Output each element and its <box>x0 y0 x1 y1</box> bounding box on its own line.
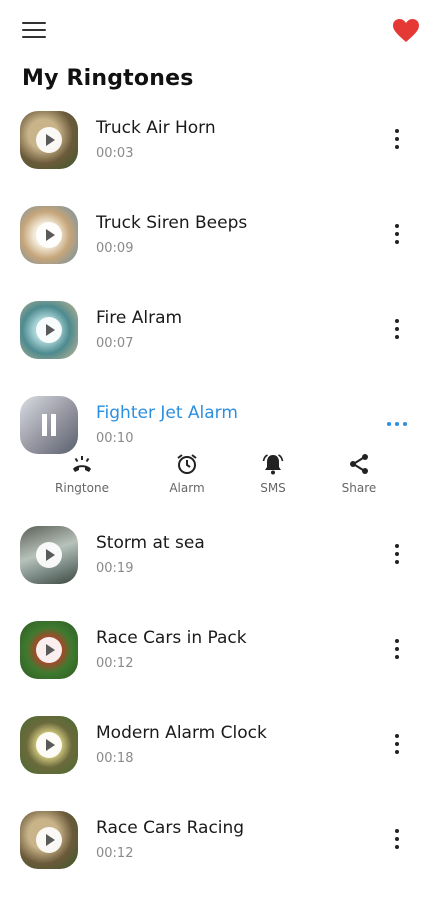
ringtone-thumbnail[interactable] <box>20 301 78 359</box>
phone-ring-icon <box>73 456 91 472</box>
bell-icon <box>262 454 284 475</box>
top-app-bar <box>0 0 431 64</box>
ringtone-label: Ringtone <box>55 481 109 495</box>
play-icon[interactable] <box>36 317 62 343</box>
ringtone-duration: 00:09 <box>96 241 134 256</box>
more-vertical-icon[interactable] <box>386 733 408 755</box>
hamburger-menu-icon[interactable] <box>22 22 46 42</box>
share-label: Share <box>341 481 377 495</box>
ringtone-title: Storm at sea <box>96 533 205 553</box>
ringtone-list: Truck Air Horn 00:03 Truck Siren Beeps 0… <box>0 98 431 893</box>
ringtone-thumbnail[interactable] <box>20 206 78 264</box>
ringtone-thumbnail[interactable] <box>20 396 78 454</box>
share-icon <box>350 454 368 474</box>
ringtone-title: Modern Alarm Clock <box>96 723 267 743</box>
ringtone-row[interactable]: Race Cars in Pack 00:12 <box>0 608 431 703</box>
page-title: My Ringtones <box>22 66 194 91</box>
ringtone-row[interactable]: Storm at sea 00:19 <box>0 513 431 608</box>
ringtone-row[interactable]: Truck Air Horn 00:03 <box>0 98 431 193</box>
ringtone-thumbnail[interactable] <box>20 811 78 869</box>
ringtone-row-active[interactable]: Fighter Jet Alarm 00:10 <box>0 383 431 454</box>
ringtone-thumbnail[interactable] <box>20 111 78 169</box>
ringtone-title: Race Cars in Pack <box>96 628 247 648</box>
more-vertical-icon[interactable] <box>386 128 408 150</box>
more-vertical-icon[interactable] <box>386 223 408 245</box>
ringtone-duration: 00:07 <box>96 336 134 351</box>
more-vertical-icon[interactable] <box>386 318 408 340</box>
ringtone-duration: 00:18 <box>96 751 134 766</box>
more-vertical-icon[interactable] <box>386 828 408 850</box>
set-sms-button[interactable]: SMS <box>233 448 313 495</box>
play-icon[interactable] <box>36 127 62 153</box>
alarm-clock-icon <box>177 454 197 474</box>
play-icon[interactable] <box>36 637 62 663</box>
more-vertical-icon[interactable] <box>386 543 408 565</box>
play-icon[interactable] <box>36 222 62 248</box>
more-horizontal-icon[interactable] <box>386 413 408 435</box>
ringtone-duration: 00:12 <box>96 846 134 861</box>
ringtone-duration: 00:03 <box>96 146 134 161</box>
set-alarm-button[interactable]: Alarm <box>147 448 227 495</box>
ringtone-thumbnail[interactable] <box>20 716 78 774</box>
set-ringtone-button[interactable]: Ringtone <box>42 448 122 495</box>
ringtone-title: Race Cars Racing <box>96 818 245 838</box>
ringtone-duration: 00:12 <box>96 656 134 671</box>
play-icon[interactable] <box>36 827 62 853</box>
ringtone-row[interactable]: Truck Siren Beeps 00:09 <box>0 193 431 288</box>
ringtone-row[interactable]: Race Cars Racing 00:12 <box>0 798 431 893</box>
ringtone-thumbnail[interactable] <box>20 526 78 584</box>
sms-label: SMS <box>260 481 286 495</box>
heart-icon[interactable] <box>392 18 420 44</box>
ringtone-action-bar: Ringtone Alarm SMS Share <box>0 448 431 513</box>
ringtone-duration: 00:10 <box>96 431 134 446</box>
share-button[interactable]: Share <box>319 448 399 495</box>
ringtone-title: Fighter Jet Alarm <box>96 403 238 423</box>
ringtone-thumbnail[interactable] <box>20 621 78 679</box>
ringtone-row[interactable]: Fire Alram 00:07 <box>0 288 431 383</box>
ringtone-title: Fire Alram <box>96 308 183 328</box>
play-icon[interactable] <box>36 542 62 568</box>
play-icon[interactable] <box>36 732 62 758</box>
ringtone-row[interactable]: Modern Alarm Clock 00:18 <box>0 703 431 798</box>
ringtone-duration: 00:19 <box>96 561 134 576</box>
alarm-label: Alarm <box>169 481 205 495</box>
ringtone-title: Truck Siren Beeps <box>96 213 248 233</box>
more-vertical-icon[interactable] <box>386 638 408 660</box>
pause-icon[interactable] <box>20 396 78 454</box>
ringtone-title: Truck Air Horn <box>96 118 216 138</box>
